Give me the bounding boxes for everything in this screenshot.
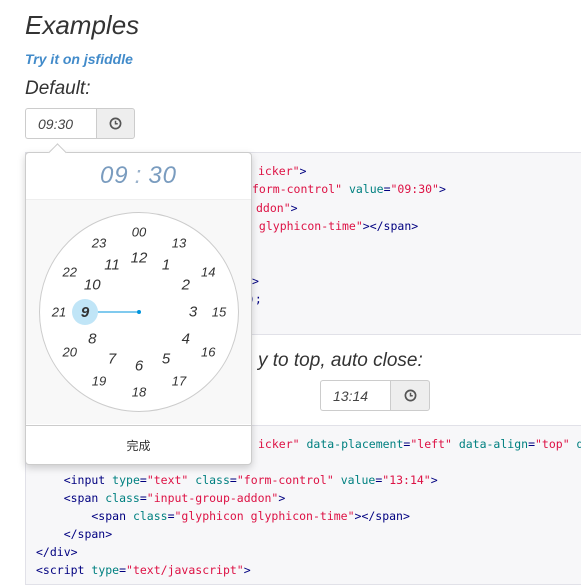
default-time-addon[interactable] xyxy=(96,108,135,139)
minutes-display[interactable]: 30 xyxy=(148,162,177,190)
clock-tick-14[interactable]: 14 xyxy=(201,265,215,280)
clock-tick-20[interactable]: 20 xyxy=(62,345,76,360)
clock-dial[interactable]: 00 13 14 15 16 17 18 19 20 21 22 23 12 1 2 3 4 5 6 7 8 9 10 11 xyxy=(39,212,239,412)
code-line: icker"> xyxy=(258,164,307,178)
clock-hand-layer xyxy=(85,310,141,314)
clock-tick-10[interactable]: 10 xyxy=(84,277,101,294)
code-line: <input type="text" class="form-control" … xyxy=(36,473,438,487)
clock-tick-17[interactable]: 17 xyxy=(172,374,186,389)
code-line: icker" data-placement="left" data-align=… xyxy=(258,437,581,451)
clockpicker-body: 00 13 14 15 16 17 18 19 20 21 22 23 12 1 2 3 4 5 6 7 8 9 10 11 xyxy=(26,200,251,424)
clock-tick-6[interactable]: 6 xyxy=(135,358,143,375)
clock-tick-4[interactable]: 4 xyxy=(182,331,190,348)
clock-tick-12[interactable]: 12 xyxy=(131,250,148,267)
code-line: </div> xyxy=(36,545,78,559)
clock-tick-16[interactable]: 16 xyxy=(201,345,215,360)
time-icon xyxy=(404,389,416,402)
clock-tick-21[interactable]: 21 xyxy=(52,305,66,320)
clock-tick-18[interactable]: 18 xyxy=(132,385,146,400)
clock-tick-7[interactable]: 7 xyxy=(108,350,116,367)
clock-tick-11[interactable]: 11 xyxy=(104,257,120,274)
time-icon xyxy=(109,117,122,130)
code-line: form-control" value="09:30"> xyxy=(252,182,446,196)
time-separator: : xyxy=(134,162,143,189)
clock-tick-5[interactable]: 5 xyxy=(162,350,170,367)
code-line: </span> xyxy=(36,527,113,541)
clock-tick-3[interactable]: 3 xyxy=(189,304,197,321)
code-line: <span class="glyphicon glyphicon-time"><… xyxy=(36,509,410,523)
code-line: ddon"> xyxy=(256,201,298,215)
clock-center-dot xyxy=(137,310,141,314)
code-line: > xyxy=(252,274,259,288)
clock-tick-13[interactable]: 13 xyxy=(172,235,186,250)
second-heading: y to top, auto close: xyxy=(258,350,423,371)
second-time-input-group: 13:14 xyxy=(320,380,430,411)
clockpicker-popover: 09 : 30 00 13 14 15 16 17 18 19 20 21 22 23 12 1 2 3 4 5 6… xyxy=(25,143,252,465)
clock-tick-1[interactable]: 1 xyxy=(162,257,170,274)
second-time-input[interactable]: 13:14 xyxy=(320,380,390,411)
jsfiddle-link[interactable]: Try it on jsfiddle xyxy=(25,51,133,67)
code-line: <script type="text/javascript"> xyxy=(36,563,251,577)
default-time-input[interactable]: 09:30 xyxy=(25,108,96,139)
code-line: <span class="input-group-addon"> xyxy=(36,491,286,505)
clock-tick-19[interactable]: 19 xyxy=(92,374,106,389)
hours-display[interactable]: 09 xyxy=(100,162,129,190)
clock-tick-8[interactable]: 8 xyxy=(88,331,96,348)
done-button[interactable]: 完成 xyxy=(26,425,251,465)
default-heading: Default: xyxy=(25,78,91,99)
clock-tick-00[interactable]: 00 xyxy=(132,225,146,240)
clock-tick-22[interactable]: 22 xyxy=(62,265,76,280)
clock-tick-23[interactable]: 23 xyxy=(92,235,106,250)
examples-heading: Examples xyxy=(25,10,140,40)
second-time-addon[interactable] xyxy=(390,380,430,411)
code-line: glyphicon-time"></span> xyxy=(252,219,419,233)
clock-tick-2[interactable]: 2 xyxy=(182,277,190,294)
default-time-input-group: 09:30 xyxy=(25,108,135,139)
clockpicker-title: 09 : 30 xyxy=(26,153,251,200)
clock-tick-15[interactable]: 15 xyxy=(212,305,226,320)
clock-tick-9[interactable]: 9 xyxy=(72,299,98,325)
